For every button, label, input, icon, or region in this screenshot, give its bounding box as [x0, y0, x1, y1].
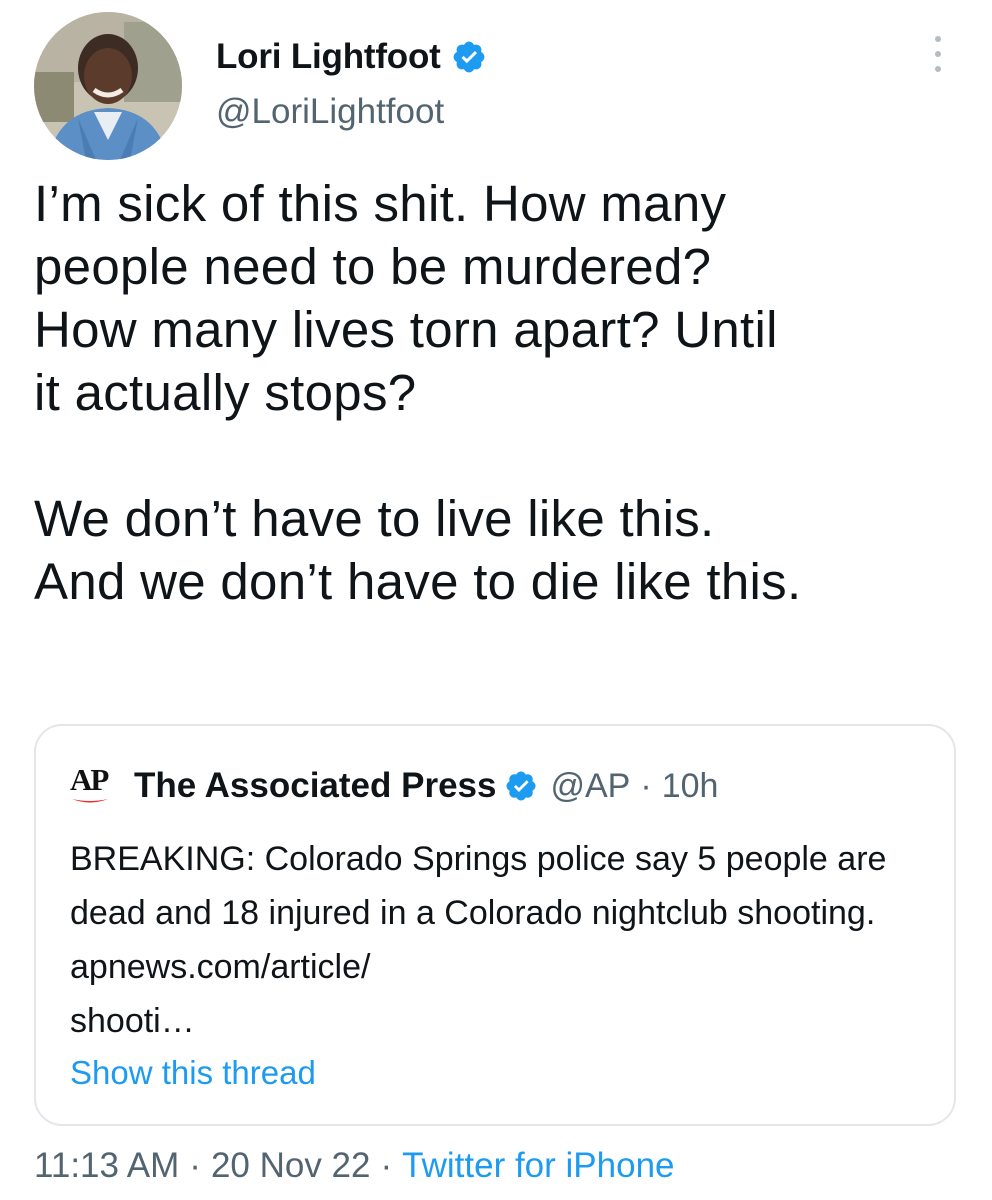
tweet-meta: 11:13 AM · 20 Nov 22 · Twitter for iPhone	[34, 1146, 675, 1186]
tweet-date[interactable]: 20 Nov 22	[211, 1146, 371, 1185]
separator-dot: ·	[380, 1146, 393, 1185]
separator-dot: ·	[189, 1146, 201, 1185]
quoted-timestamp[interactable]: 10h	[662, 767, 719, 806]
more-dot	[935, 66, 941, 72]
quoted-display-name[interactable]: The Associated Press	[134, 766, 496, 806]
tweet-text: I’m sick of this shit. How many people n…	[34, 172, 954, 613]
quoted-tweet-card[interactable]: AP The Associated Press @AP · 10h BREAKI…	[34, 724, 956, 1126]
author-name-row: Lori Lightfoot	[216, 34, 487, 80]
author-display-name[interactable]: Lori Lightfoot	[216, 37, 441, 77]
more-dot	[935, 51, 941, 57]
quoted-handle[interactable]: @AP	[550, 767, 630, 806]
tweet-time[interactable]: 11:13 AM	[34, 1146, 179, 1185]
quoted-tweet-text: BREAKING: Colorado Springs police say 5 …	[70, 840, 887, 1040]
tweet-paragraph: We don’t have to live like this. And we …	[34, 490, 802, 610]
verified-badge-icon	[504, 769, 538, 803]
author-handle[interactable]: @LoriLightfoot	[216, 92, 444, 132]
tweet-paragraph: I’m sick of this shit. How many people n…	[34, 175, 778, 421]
tweet: Lori Lightfoot @LoriLightfoot I’m sick o…	[0, 0, 992, 1200]
separator-dot: ·	[640, 766, 652, 805]
quoted-tweet-header: AP The Associated Press @AP · 10h	[70, 762, 718, 810]
more-vertical-icon[interactable]	[926, 36, 950, 72]
show-thread-link[interactable]: Show this thread	[70, 1054, 316, 1092]
avatar[interactable]	[34, 12, 182, 160]
tweet-source-link[interactable]: Twitter for iPhone	[402, 1146, 674, 1185]
ap-logo-icon: AP	[70, 762, 122, 810]
verified-badge-icon	[451, 39, 487, 75]
more-dot	[935, 36, 941, 42]
